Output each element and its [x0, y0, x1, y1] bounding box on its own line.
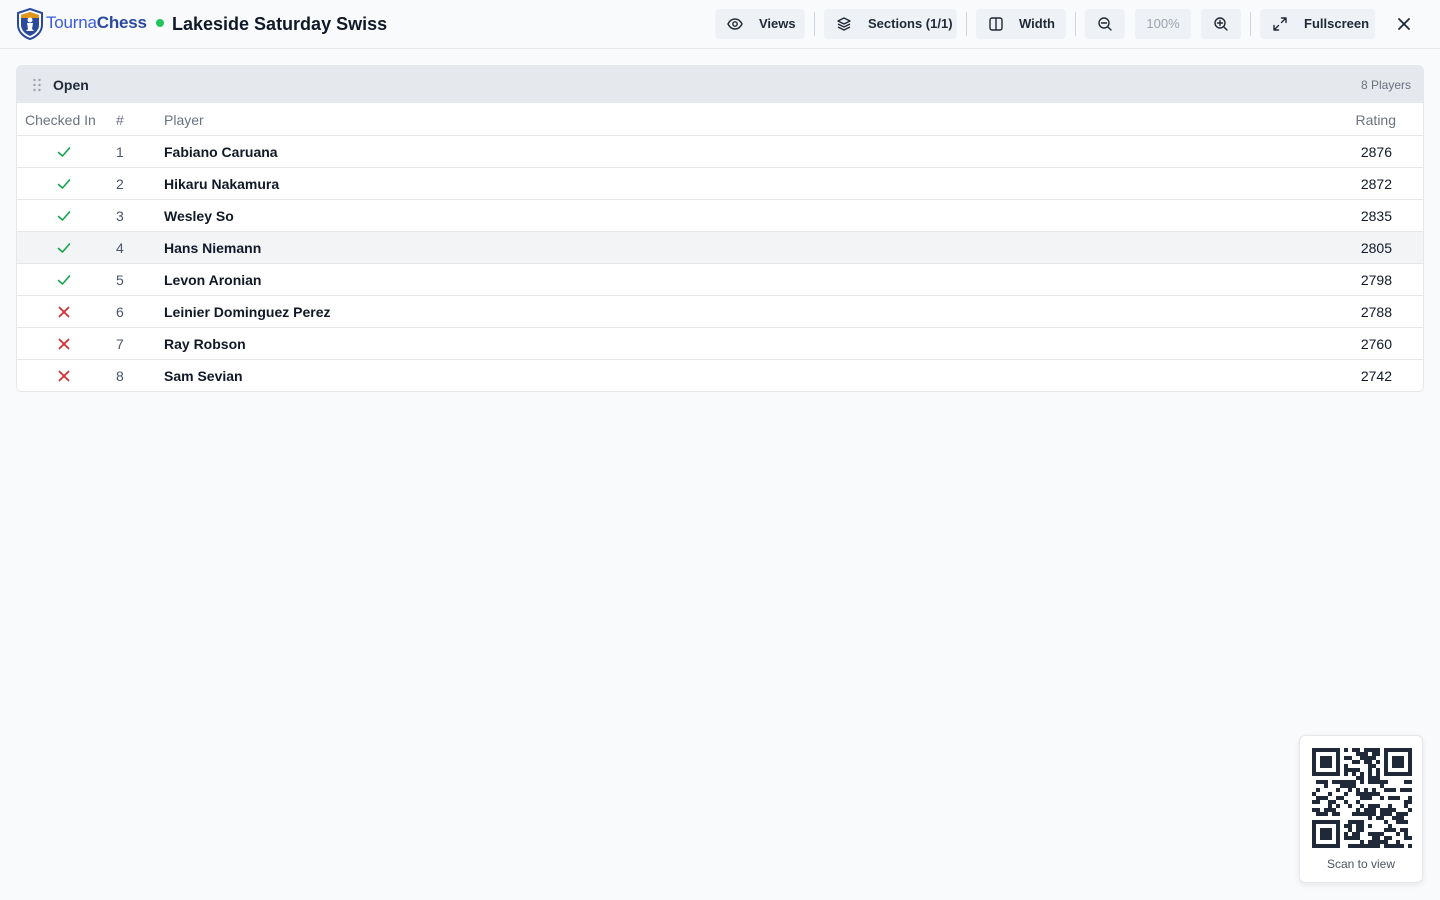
player-name: Hans Niemann [164, 240, 262, 256]
player-name: Levon Aronian [164, 272, 262, 288]
player-number: 2 [116, 176, 124, 192]
zoom-in-icon [1214, 17, 1228, 31]
table-row[interactable]: 2 Hikaru Nakamura 2872 [17, 168, 1423, 200]
section-header: Open 8 Players [17, 66, 1423, 103]
zoom-out-icon [1098, 17, 1112, 31]
qr-caption: Scan to view [1326, 857, 1396, 871]
eye-icon [727, 18, 743, 30]
qr-code-icon[interactable] [1312, 748, 1412, 848]
player-name: Sam Sevian [164, 368, 243, 384]
check-icon [57, 243, 71, 253]
player-rating: 2760 [1360, 336, 1392, 352]
table-header: Checked In # Player Rating [17, 103, 1423, 136]
zoom-level-display: 100% [1135, 9, 1191, 39]
width-button[interactable]: Width [976, 9, 1066, 39]
table-row[interactable]: 6 Leinier Dominguez Perez 2788 [17, 296, 1423, 328]
close-icon[interactable] [1392, 12, 1416, 36]
qr-card: Scan to view [1299, 735, 1423, 883]
player-name: Leinier Dominguez Perez [164, 304, 331, 320]
table-row[interactable]: 3 Wesley So 2835 [17, 200, 1423, 232]
check-icon [57, 179, 71, 189]
brand-name-part2: Chess [96, 13, 147, 32]
player-count: 8 Players [1360, 78, 1411, 92]
table-row[interactable]: 7 Ray Robson 2760 [17, 328, 1423, 360]
player-rating: 2788 [1360, 304, 1392, 320]
player-rating: 2798 [1360, 272, 1392, 288]
player-rating: 2805 [1360, 240, 1392, 256]
tournachess-logo-icon [17, 8, 43, 40]
x-mark-icon [58, 370, 70, 382]
fullscreen-button-label: Fullscreen [1304, 16, 1370, 31]
column-header-number[interactable]: # [116, 111, 124, 129]
section-name: Open [53, 77, 89, 93]
brand-name: TournaChess [46, 12, 147, 34]
toolbar-divider [1250, 12, 1251, 36]
brand-name-part1: Tourna [46, 13, 97, 32]
player-number: 4 [116, 240, 124, 256]
column-header-checked-in[interactable]: Checked In [25, 111, 96, 129]
player-rating: 2835 [1360, 208, 1392, 224]
drag-handle-icon[interactable] [32, 78, 42, 92]
player-rating: 2872 [1360, 176, 1392, 192]
live-status-dot [156, 19, 164, 27]
table-row[interactable]: 4 Hans Niemann 2805 [17, 232, 1423, 264]
column-header-player[interactable]: Player [164, 111, 204, 129]
event-title: Lakeside Saturday Swiss [172, 14, 388, 34]
x-mark-icon [58, 306, 70, 318]
player-name: Wesley So [164, 208, 234, 224]
table-row[interactable]: 5 Levon Aronian 2798 [17, 264, 1423, 296]
toolbar-divider [966, 12, 967, 36]
player-number: 3 [116, 208, 124, 224]
sections-button[interactable]: Sections (1/1) [824, 9, 957, 39]
player-number: 1 [116, 144, 124, 160]
views-button-label: Views [759, 16, 796, 31]
player-name: Fabiano Caruana [164, 144, 278, 160]
width-button-label: Width [1019, 16, 1055, 31]
player-number: 6 [116, 304, 124, 320]
toolbar-divider [1075, 12, 1076, 36]
player-name: Hikaru Nakamura [164, 176, 280, 192]
check-icon [57, 211, 71, 221]
player-rating: 2742 [1360, 368, 1392, 384]
x-mark-icon [58, 338, 70, 350]
zoom-in-button[interactable] [1201, 9, 1241, 39]
top-bar: TournaChess Lakeside Saturday Swiss View… [0, 0, 1440, 49]
layers-icon [837, 17, 851, 31]
check-icon [57, 275, 71, 285]
columns-icon [989, 17, 1003, 31]
fullscreen-button[interactable]: Fullscreen [1260, 9, 1375, 39]
table-row[interactable]: 8 Sam Sevian 2742 [17, 360, 1423, 391]
player-number: 8 [116, 368, 124, 384]
check-icon [57, 147, 71, 157]
section-card: Open 8 Players Checked In # Player Ratin… [16, 65, 1424, 392]
player-rating: 2876 [1360, 144, 1392, 160]
player-number: 5 [116, 272, 124, 288]
expand-icon [1273, 17, 1287, 31]
sections-button-label: Sections (1/1) [868, 16, 953, 31]
table-row[interactable]: 1 Fabiano Caruana 2876 [17, 136, 1423, 168]
toolbar-divider [814, 12, 815, 36]
player-number: 7 [116, 336, 124, 352]
player-name: Ray Robson [164, 336, 246, 352]
column-header-rating[interactable]: Rating [1356, 111, 1396, 129]
zoom-out-button[interactable] [1085, 9, 1125, 39]
views-button[interactable]: Views [715, 9, 805, 39]
